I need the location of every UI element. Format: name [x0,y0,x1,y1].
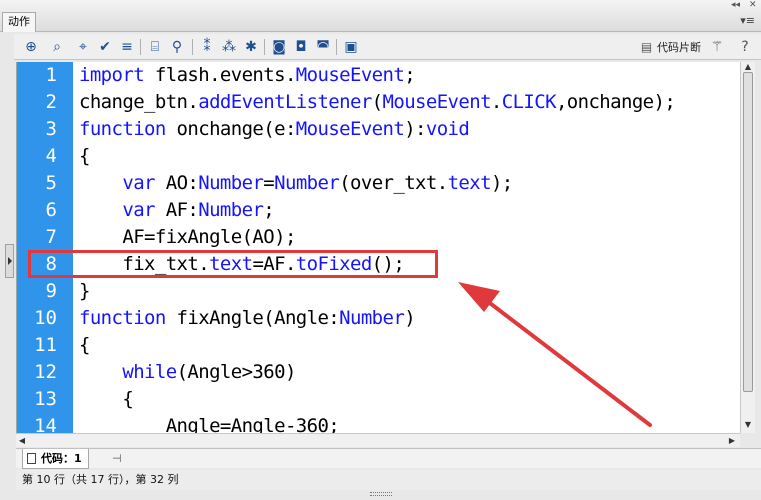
vertical-scrollbar[interactable]: ▲ ▼ [740,62,755,433]
scroll-down-icon[interactable]: ▼ [743,420,753,430]
target-icon[interactable]: ⌖ [74,38,92,56]
code-editor[interactable]: 1 import flash.events.MouseEvent; 2 change_… [16,62,740,433]
line-number: 5 [45,172,57,194]
toolbar-divider [336,39,337,55]
code-line[interactable]: 13 { [17,386,740,413]
panel-menu-icon[interactable]: ▾≡ [740,14,755,27]
toolbox-expand-handle[interactable] [5,244,14,278]
code-line[interactable]: 3 function onchange(e:MouseEvent):void [17,116,740,143]
show-hide-toolbox-icon[interactable]: ▣ [342,38,360,56]
line-number: 14 [34,415,57,433]
code-text: change_btn.addEventListener(MouseEvent.C… [79,91,676,113]
apply-block-comment-icon[interactable]: ◙ [270,38,288,56]
line-number: 9 [45,280,57,302]
code-text: { [79,388,134,410]
snippets-icon: ▤ [640,40,653,54]
actions-toolbar: ⊕ ⌕ ⌖ ✔ ≡ ⌸ ⚲ ⁑ ⁂ ✱ ◙ ◘ ◚ ▣ ▤ 代码片断 ⚚ ? [14,34,761,60]
toolbar-divider [192,39,193,55]
code-line[interactable]: 2 change_btn.addEventListener(MouseEvent.… [17,89,740,116]
remove-comment-icon[interactable]: ◚ [314,38,332,56]
line-number: 12 [34,361,57,383]
expand-all-icon[interactable]: ✱ [242,38,260,56]
collapse-panel-icon[interactable]: ◂◂ [731,0,740,10]
add-statement-icon[interactable]: ⊕ [22,38,40,56]
code-text: { [79,334,90,356]
panel-titlebar: 动作 ◂◂ ✕ ▾≡ [0,0,761,32]
scroll-left-icon[interactable]: ◀ [16,435,28,447]
line-number: 2 [45,91,57,113]
line-number: 1 [45,64,57,86]
horizontal-scrollbar[interactable]: ◀ ▶ [16,433,740,447]
code-line[interactable]: 12 while(Angle>360) [17,359,740,386]
find-icon[interactable]: ⌕ [48,38,66,56]
status-bar: 第 10 行（共 17 行），第 32 列 [16,470,761,490]
code-line[interactable]: 5 var AO:Number=Number(over_txt.text); [17,170,740,197]
code-text: import flash.events.MouseEvent; [79,64,416,86]
pin-script-icon[interactable]: ⊣ [112,452,122,465]
toolbar-divider [264,39,265,55]
line-number: 10 [34,307,57,329]
tab-label: 代码：1 [41,452,82,465]
scroll-up-icon[interactable]: ▲ [743,62,753,72]
collapse-between-braces-icon[interactable]: ⁑ [198,38,216,56]
auto-format-icon[interactable]: ≡ [118,38,136,56]
code-line[interactable]: 7 AF=fixAngle(AO); [17,224,740,251]
code-text: Angle=Angle-360; [79,415,340,433]
code-line[interactable]: 6 var AF:Number; [17,197,740,224]
resize-grip[interactable] [370,492,392,496]
document-icon [27,453,36,464]
line-number: 3 [45,118,57,140]
magic-wand-icon[interactable]: ⚚ [708,38,726,56]
line-number: 4 [45,145,57,167]
close-icon[interactable]: ✕ [749,0,757,10]
code-line[interactable]: 11 { [17,332,740,359]
check-syntax-icon[interactable]: ✔ [96,38,114,56]
panel-tab-actions[interactable]: 动作 [2,12,36,32]
code-text: function fixAngle(Angle:Number) [79,307,416,329]
code-line[interactable]: 4{ [17,143,740,170]
tab-code-1[interactable]: 代码：1 [22,449,89,469]
line-number: 11 [34,334,57,356]
scroll-right-icon[interactable]: ▶ [726,435,738,447]
collapse-selection-icon[interactable]: ⁂ [220,38,238,56]
code-text: var AO:Number=Number(over_txt.text); [122,172,513,194]
code-line[interactable]: 1 import flash.events.MouseEvent; [17,62,740,89]
line-number: 13 [34,388,57,410]
script-tabs-bar: 代码：1 ⊣ [16,448,761,469]
help-icon[interactable]: ? [736,38,754,56]
code-line[interactable]: 14 Angle=Angle-360; [17,413,740,433]
code-hint-icon[interactable]: ⌸ [146,38,164,56]
debug-options-icon[interactable]: ⚲ [168,38,186,56]
apply-line-comment-icon[interactable]: ◘ [292,38,310,56]
code-line[interactable]: 9} [17,278,740,305]
cursor-position-text: 第 10 行（共 17 行），第 32 列 [22,473,179,486]
code-text: AF=fixAngle(AO); [79,226,296,248]
code-text: } [79,280,90,302]
line-number: 7 [45,226,57,248]
code-text: function onchange(e:MouseEvent):void [79,118,470,140]
snippets-label: 代码片断 [657,41,701,54]
toolbar-divider [140,39,141,55]
code-text: { [79,145,90,167]
scrollbar-thumb[interactable] [743,72,753,392]
code-snippets-button[interactable]: ▤ 代码片断 [640,39,701,56]
code-line[interactable]: 10 function fixAngle(Angle:Number) [17,305,740,332]
code-text: while(Angle>360) [122,361,296,383]
code-text: var AF:Number; [122,199,275,221]
line-number: 6 [45,199,57,221]
highlight-box [28,250,438,278]
